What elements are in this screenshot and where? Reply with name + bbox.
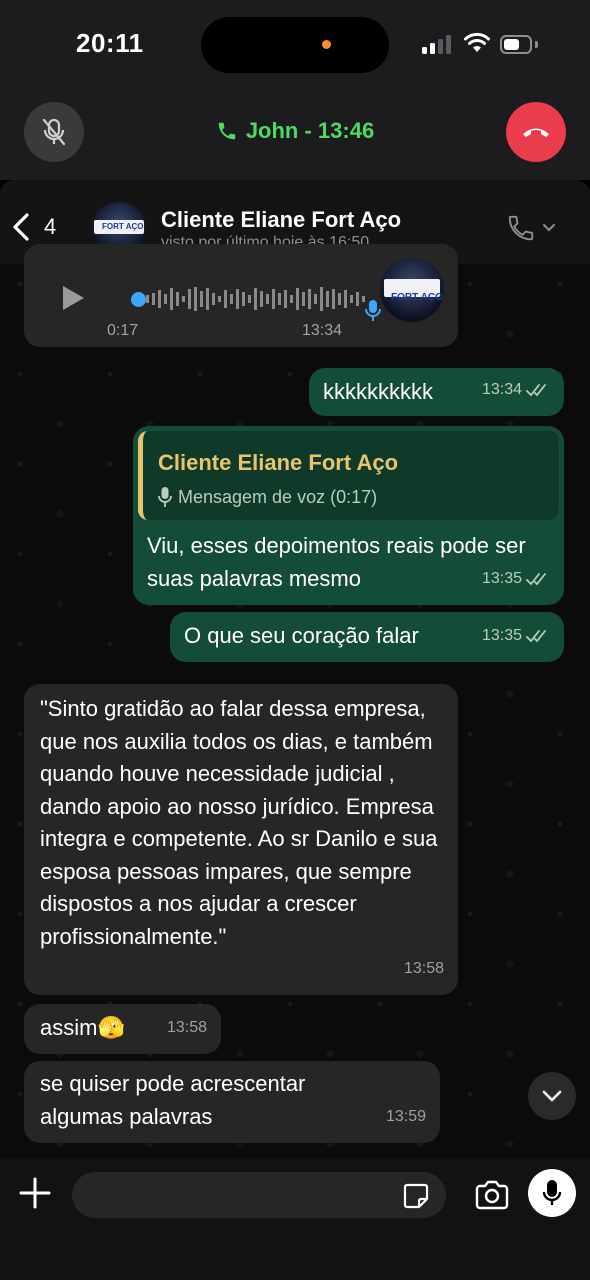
message-time: 13:35 [481, 626, 522, 644]
wifi-icon [464, 32, 490, 52]
mic-icon [158, 487, 172, 508]
quoted-message-text: Mensagem de voz (0:17) [178, 487, 378, 507]
end-call-button[interactable] [506, 102, 566, 162]
message-text-word: assim [40, 1015, 98, 1040]
call-menu-button[interactable] [506, 213, 556, 243]
incoming-message[interactable]: se quiser pode acrescentar algumas palav… [24, 1061, 440, 1143]
outgoing-reply-message[interactable]: Cliente Eliane Fort Aço Mensagem de voz … [133, 426, 564, 605]
avatar-logo-text: FORT AÇO [391, 292, 443, 303]
voice-message-bubble[interactable]: 0:17 13:34 FORT AÇO [24, 244, 458, 347]
message-meta: 13:58 [167, 1012, 207, 1045]
active-call-banner[interactable]: John - 13:46 [0, 92, 590, 180]
message-input-bar [0, 1158, 590, 1280]
privacy-indicator-dot [322, 40, 331, 49]
sticker-icon[interactable] [402, 1182, 430, 1210]
message-input[interactable] [72, 1172, 446, 1218]
status-time: 20:11 [76, 28, 144, 58]
message-time: 13:35 [481, 569, 522, 587]
incoming-message[interactable]: "Sinto gratidão ao falar dessa empresa, … [24, 684, 458, 995]
chevron-down-icon [542, 1090, 562, 1102]
message-time: 13:58 [166, 1018, 207, 1036]
chat-sheet: 4 FORT AÇO Cliente Eliane Fort Aço visto… [0, 180, 590, 1280]
voice-sender-avatar: FORT AÇO [380, 258, 444, 322]
call-title-text: John - 13:46 [245, 118, 375, 143]
unread-count: 4 [44, 214, 57, 239]
mic-icon [542, 1180, 562, 1205]
quoted-message[interactable]: Cliente Eliane Fort Aço Mensagem de voz … [138, 431, 559, 520]
double-check-icon [526, 572, 546, 586]
message-text: assim🫣 [40, 1012, 125, 1045]
message-time: 13:59 [385, 1107, 426, 1125]
outgoing-message[interactable]: O que seu coração falar 13:35 [170, 612, 564, 662]
voice-duration: 0:17 [107, 322, 139, 339]
message-meta: 13:59 [386, 1101, 426, 1134]
chevron-down-icon [543, 224, 555, 232]
outgoing-message[interactable]: kkkkkkkkkk 13:34 [309, 368, 564, 416]
playback-position-dot[interactable] [131, 292, 146, 307]
incoming-message[interactable]: assim🫣 13:58 [24, 1004, 221, 1054]
message-meta: 13:35 [482, 620, 550, 653]
message-time: 13:34 [302, 322, 343, 339]
quoted-sender-name: Cliente Eliane Fort Aço [158, 450, 399, 475]
call-title[interactable]: John - 13:46 [0, 118, 590, 144]
message-meta: 13:35 [482, 563, 550, 596]
waveform[interactable] [132, 284, 372, 314]
play-icon[interactable] [60, 284, 86, 312]
scroll-to-bottom-button[interactable] [528, 1072, 576, 1120]
message-text: se quiser pode acrescentar algumas palav… [40, 1071, 306, 1129]
battery-icon [500, 35, 532, 54]
message-text: "Sinto gratidão ao falar dessa empresa, … [40, 696, 438, 949]
double-check-icon [526, 383, 546, 397]
battery-tip [535, 41, 538, 48]
plus-icon[interactable] [18, 1176, 52, 1210]
message-meta: 13:58 [404, 953, 444, 986]
camera-icon[interactable] [474, 1180, 510, 1210]
phone-outline-icon [508, 215, 534, 241]
avatar-logo-text: FORT AÇO [102, 222, 144, 231]
message-list[interactable]: 0:17 13:34 FORT AÇO kkkkkkkkkk 13:34 Cli… [0, 244, 590, 1158]
end-call-icon [523, 128, 549, 137]
contact-name[interactable]: Cliente Eliane Fort Aço [161, 207, 401, 233]
message-time: 13:34 [481, 380, 522, 398]
message-meta: 13:34 [482, 374, 550, 407]
chevron-left-icon [13, 213, 29, 241]
message-time: 13:58 [403, 959, 444, 977]
phone-icon [218, 122, 236, 140]
status-bar: 20:11 [0, 0, 590, 92]
double-check-icon [526, 629, 546, 643]
back-button[interactable]: 4 [12, 212, 56, 242]
dynamic-island [201, 17, 389, 73]
mic-icon [365, 300, 381, 321]
voice-record-button[interactable] [528, 1169, 576, 1217]
message-text: O que seu coração falar [184, 623, 419, 648]
cellular-signal-icon [422, 34, 452, 54]
message-text: kkkkkkkkkk [323, 379, 433, 404]
face-with-open-eyes-emoji: 🫣 [97, 1015, 125, 1040]
quoted-message-preview: Mensagem de voz (0:17) [158, 481, 377, 514]
